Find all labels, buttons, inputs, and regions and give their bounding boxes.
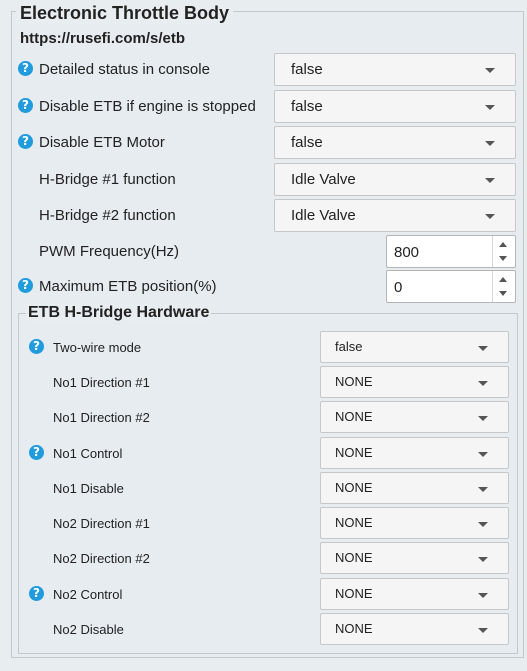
chevron-down-icon: [485, 68, 495, 73]
input-value: 0: [394, 279, 403, 296]
chevron-down-icon: [485, 105, 495, 110]
select-value: NONE: [335, 550, 373, 565]
max-etb-position-input[interactable]: 0: [386, 270, 516, 303]
field-label: No1 Direction #2: [53, 410, 150, 425]
pwm-frequency-input[interactable]: 800: [386, 235, 516, 268]
two-wire-mode-select[interactable]: false: [320, 331, 509, 363]
field-label: PWM Frequency(Hz): [39, 243, 180, 260]
number-stepper[interactable]: [492, 271, 515, 302]
field-label: Disable ETB if engine is stopped: [39, 98, 256, 115]
select-value: NONE: [335, 445, 373, 460]
chevron-down-icon: [485, 214, 495, 219]
help-icon[interactable]: ?: [18, 61, 33, 76]
chevron-down-icon: [478, 381, 488, 386]
chevron-down-icon: [478, 416, 488, 421]
chevron-up-icon[interactable]: [499, 242, 507, 247]
help-icon[interactable]: ?: [29, 445, 44, 460]
select-value: NONE: [335, 374, 373, 389]
help-icon[interactable]: ?: [29, 586, 44, 601]
chevron-down-icon: [478, 346, 488, 351]
field-label: No1 Control: [53, 446, 123, 461]
input-value: 800: [394, 244, 420, 261]
field-label: Disable ETB Motor: [39, 134, 165, 151]
chevron-down-icon[interactable]: [499, 256, 507, 261]
field-label: Detailed status in console: [39, 61, 210, 78]
no1-direction2-select[interactable]: NONE: [320, 401, 509, 433]
chevron-down-icon[interactable]: [499, 291, 507, 296]
help-url-link[interactable]: https://rusefi.com/s/etb: [20, 30, 185, 47]
no2-direction1-select[interactable]: NONE: [320, 507, 509, 539]
no1-direction1-select[interactable]: NONE: [320, 366, 509, 398]
chevron-down-icon: [485, 178, 495, 183]
select-value: false: [291, 98, 323, 115]
help-icon[interactable]: ?: [18, 278, 33, 293]
field-label: No2 Direction #2: [53, 551, 150, 566]
no1-disable-select[interactable]: NONE: [320, 472, 509, 504]
field-label: No2 Control: [53, 587, 123, 602]
hbridge1-function-select[interactable]: Idle Valve: [274, 163, 516, 196]
field-label: Two-wire mode: [53, 340, 142, 355]
select-value: false: [335, 339, 363, 354]
chevron-down-icon: [485, 141, 495, 146]
no2-direction2-select[interactable]: NONE: [320, 542, 509, 574]
field-label: No1 Direction #1: [53, 375, 150, 390]
select-value: NONE: [335, 409, 373, 424]
detailed-status-select[interactable]: false: [274, 53, 516, 86]
number-stepper[interactable]: [492, 236, 515, 267]
chevron-down-icon: [478, 593, 488, 598]
no2-disable-select[interactable]: NONE: [320, 613, 509, 645]
disable-etb-motor-select[interactable]: false: [274, 126, 516, 159]
field-label: H-Bridge #2 function: [39, 207, 176, 224]
chevron-down-icon: [478, 452, 488, 457]
select-value: Idle Valve: [291, 207, 356, 224]
chevron-up-icon[interactable]: [499, 277, 507, 282]
select-value: NONE: [335, 586, 373, 601]
chevron-down-icon: [478, 628, 488, 633]
field-label: No2 Disable: [53, 622, 124, 637]
field-label: No2 Direction #1: [53, 516, 150, 531]
select-value: false: [291, 134, 323, 151]
field-label: Maximum ETB position(%): [39, 278, 217, 295]
chevron-down-icon: [478, 557, 488, 562]
help-icon[interactable]: ?: [18, 134, 33, 149]
no1-control-select[interactable]: NONE: [320, 437, 509, 469]
no2-control-select[interactable]: NONE: [320, 578, 509, 610]
chevron-down-icon: [478, 522, 488, 527]
panel-title: Electronic Throttle Body: [16, 3, 234, 24]
field-label: H-Bridge #1 function: [39, 171, 176, 188]
select-value: Idle Valve: [291, 171, 356, 188]
chevron-down-icon: [478, 487, 488, 492]
select-value: NONE: [335, 621, 373, 636]
help-icon[interactable]: ?: [18, 98, 33, 113]
select-value: NONE: [335, 480, 373, 495]
disable-etb-stopped-select[interactable]: false: [274, 90, 516, 123]
help-icon[interactable]: ?: [29, 339, 44, 354]
select-value: false: [291, 61, 323, 78]
field-label: No1 Disable: [53, 481, 124, 496]
section-title: ETB H-Bridge Hardware: [26, 304, 212, 322]
hbridge2-function-select[interactable]: Idle Valve: [274, 199, 516, 232]
select-value: NONE: [335, 515, 373, 530]
